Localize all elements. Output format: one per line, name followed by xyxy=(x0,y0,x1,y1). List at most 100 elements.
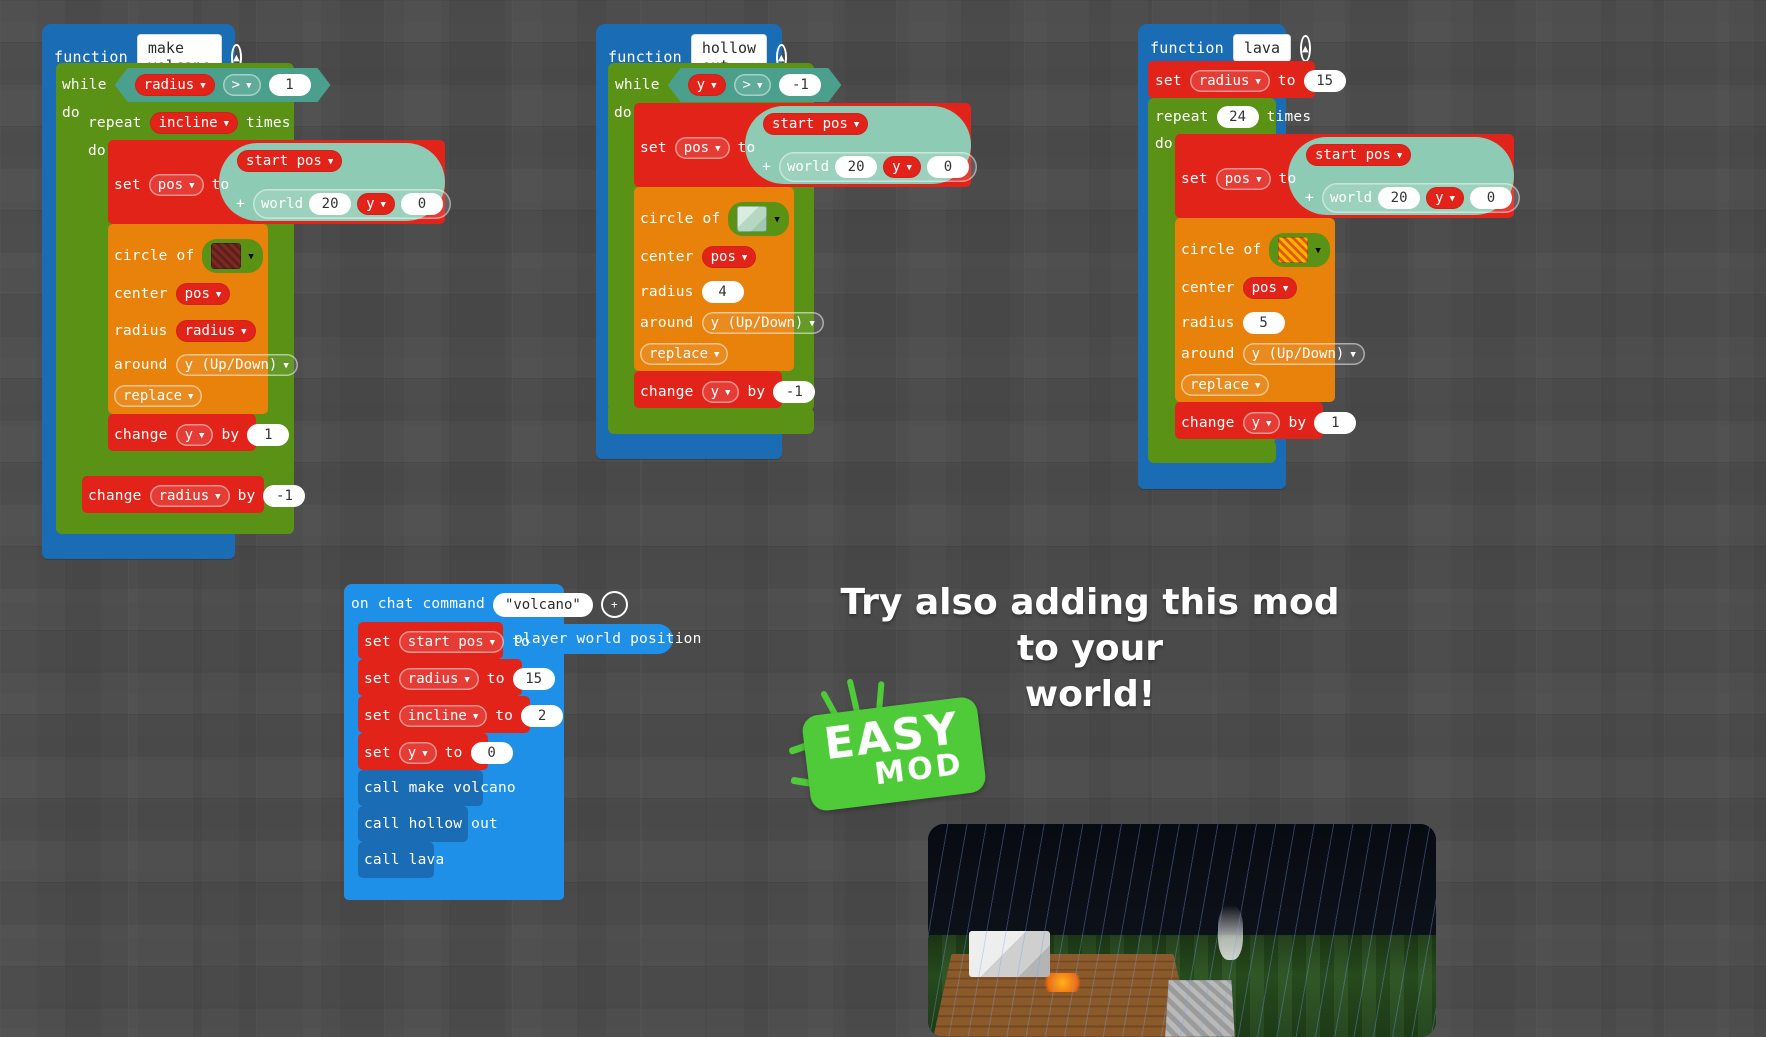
circle-operation-dropdown-2[interactable]: replace ▼ xyxy=(640,343,729,365)
variable-pos[interactable]: pos ▼ xyxy=(674,137,730,159)
start-pos-reporter-3[interactable]: start pos ▼ xyxy=(1306,144,1412,166)
circle-radius-row-3[interactable]: radius 5 xyxy=(1181,312,1285,334)
center-value[interactable]: pos ▼ xyxy=(175,283,231,305)
chevron-down-icon[interactable]: ▼ xyxy=(381,200,386,210)
circle-of-row-2[interactable]: circle of ▼ xyxy=(640,202,789,236)
change-variable[interactable]: y ▼ xyxy=(701,381,740,403)
set-pos-row-2[interactable]: set pos ▼ to xyxy=(640,137,755,159)
set-incline-value[interactable]: 2 xyxy=(521,705,564,727)
while-condition-row-2[interactable]: while y ▼ > ▼ -1 xyxy=(615,68,841,102)
change-variable[interactable]: y ▼ xyxy=(1242,412,1281,434)
variable-radius[interactable]: radius ▼ xyxy=(135,74,215,96)
variable-incline[interactable]: incline ▼ xyxy=(398,705,488,727)
chevron-down-icon[interactable]: ▼ xyxy=(711,82,716,91)
chevron-down-icon[interactable]: ▼ xyxy=(215,492,220,502)
circle-of-row-3[interactable]: circle of ▼ xyxy=(1181,233,1330,267)
chevron-down-icon[interactable]: ▼ xyxy=(854,120,859,130)
change-y-row-3[interactable]: change y ▼ by 1 xyxy=(1181,412,1357,434)
chevron-down-icon[interactable]: ▼ xyxy=(188,392,193,402)
block-picker-1[interactable]: ▼ xyxy=(202,239,263,273)
around-axis-dropdown[interactable]: y (Up/Down) ▼ xyxy=(1242,343,1365,365)
variable-radius[interactable]: radius ▼ xyxy=(398,668,479,690)
circle-center-row-2[interactable]: center pos ▼ xyxy=(640,246,757,268)
chevron-down-icon[interactable]: ▼ xyxy=(464,675,469,685)
center-value[interactable]: pos ▼ xyxy=(1242,277,1298,299)
world-coords-row-2[interactable]: + world 20 y ▼ 0 xyxy=(762,152,977,182)
chevron-down-icon[interactable]: ▼ xyxy=(714,350,719,360)
circle-around-row-1[interactable]: around y (Up/Down) ▼ xyxy=(114,354,298,376)
chevron-down-icon[interactable]: ▼ xyxy=(1397,151,1402,161)
variable-pos[interactable]: pos ▼ xyxy=(1215,168,1271,190)
chevron-down-icon[interactable]: ▼ xyxy=(757,82,762,91)
change-variable[interactable]: radius ▼ xyxy=(149,485,230,507)
circle-of-row-1[interactable]: circle of ▼ xyxy=(114,239,263,273)
around-axis-dropdown[interactable]: y (Up/Down) ▼ xyxy=(175,354,298,376)
center-value[interactable]: pos ▼ xyxy=(701,246,757,268)
world-coordinate-group-2[interactable]: world 20 y ▼ 0 xyxy=(778,152,977,182)
circle-radius-row-2[interactable]: radius 4 xyxy=(640,281,744,303)
set-radius-value[interactable]: 15 xyxy=(1303,70,1346,92)
circle-around-row-2[interactable]: around y (Up/Down) ▼ xyxy=(640,312,824,334)
chevron-down-icon[interactable]: ▼ xyxy=(774,215,779,225)
chevron-down-icon[interactable]: ▼ xyxy=(246,82,251,91)
chevron-down-icon[interactable]: ▼ xyxy=(224,119,229,129)
chevron-down-icon[interactable]: ▼ xyxy=(241,327,246,337)
start-pos-reporter-1[interactable]: start pos ▼ xyxy=(237,150,343,172)
circle-operation-dropdown-1[interactable]: replace ▼ xyxy=(114,385,203,407)
chevron-down-icon[interactable]: ▼ xyxy=(189,181,194,191)
chevron-down-icon[interactable]: ▼ xyxy=(1315,246,1320,256)
world-y-axis[interactable]: y ▼ xyxy=(357,193,395,215)
change-value[interactable]: -1 xyxy=(773,381,816,403)
comparison-expression[interactable]: radius ▼ > ▼ 1 xyxy=(115,68,331,102)
chevron-down-icon[interactable]: ▼ xyxy=(1450,194,1455,204)
block-picker-3[interactable]: ▼ xyxy=(1269,233,1330,267)
circle-radius-row-1[interactable]: radius radius ▼ xyxy=(114,320,256,342)
start-pos-reporter-2[interactable]: start pos ▼ xyxy=(763,113,869,135)
chat-set-radius-row[interactable]: set radius ▼ to 15 xyxy=(364,668,555,690)
variable-pos[interactable]: pos ▼ xyxy=(148,174,204,196)
change-y-row-1[interactable]: change y ▼ by 1 xyxy=(114,424,290,446)
chevron-down-icon[interactable]: ▼ xyxy=(283,361,288,371)
world-coords-row-1[interactable]: + world 20 y ▼ 0 xyxy=(236,189,451,219)
change-radius-row-1[interactable]: change radius ▼ by -1 xyxy=(88,485,306,507)
change-value[interactable]: 1 xyxy=(1314,412,1357,434)
radius-value[interactable]: 4 xyxy=(701,281,744,303)
chevron-down-icon[interactable]: ▼ xyxy=(1283,284,1288,294)
change-value[interactable]: -1 xyxy=(263,485,306,507)
chevron-down-icon[interactable]: ▼ xyxy=(200,82,205,91)
variable-radius[interactable]: radius ▼ xyxy=(1189,70,1270,92)
world-coords-row-3[interactable]: + world 20 y ▼ 0 xyxy=(1305,183,1520,213)
variable-incline[interactable]: incline ▼ xyxy=(149,112,239,134)
circle-around-row-3[interactable]: around y (Up/Down) ▼ xyxy=(1181,343,1365,365)
world-x-value[interactable]: 20 xyxy=(309,193,352,215)
chat-set-start-pos-row[interactable]: set start pos ▼ to xyxy=(364,631,530,653)
repeat-header-row-3[interactable]: repeat 24 times xyxy=(1155,106,1311,128)
repeat-count[interactable]: 24 xyxy=(1216,106,1259,128)
world-x-value[interactable]: 20 xyxy=(1378,187,1421,209)
world-z-value[interactable]: 0 xyxy=(400,193,443,215)
function-name-field[interactable]: lava xyxy=(1232,34,1291,62)
radius-value[interactable]: 5 xyxy=(1242,312,1285,334)
chevron-down-icon[interactable]: ▼ xyxy=(742,253,747,263)
circle-center-row-1[interactable]: center pos ▼ xyxy=(114,283,231,305)
comparison-expression[interactable]: y ▼ > ▼ -1 xyxy=(668,68,842,102)
circle-operation-dropdown-3[interactable]: replace ▼ xyxy=(1181,374,1270,396)
comparison-value[interactable]: 1 xyxy=(269,74,311,96)
chevron-down-icon[interactable]: ▼ xyxy=(809,319,814,329)
chevron-down-icon[interactable]: ▼ xyxy=(1256,175,1261,185)
repeat-header-row-1[interactable]: repeat incline ▼ times xyxy=(88,112,291,134)
world-x-value[interactable]: 20 xyxy=(835,156,878,178)
chevron-down-icon[interactable]: ▼ xyxy=(422,749,427,759)
variable-y[interactable]: y ▼ xyxy=(688,74,726,96)
chevron-down-icon[interactable]: ▼ xyxy=(1255,381,1260,391)
chevron-down-icon[interactable]: ▼ xyxy=(1350,350,1355,360)
while-condition-row-1[interactable]: while radius ▼ > ▼ 1 xyxy=(62,68,331,102)
world-z-value[interactable]: 0 xyxy=(926,156,969,178)
world-coordinate-group-3[interactable]: world 20 y ▼ 0 xyxy=(1321,183,1520,213)
around-axis-dropdown[interactable]: y (Up/Down) ▼ xyxy=(701,312,824,334)
chevron-down-icon[interactable]: ▼ xyxy=(490,638,495,648)
set-pos-row-1[interactable]: set pos ▼ to xyxy=(114,174,229,196)
world-y-axis[interactable]: y ▼ xyxy=(883,156,921,178)
comparison-value[interactable]: -1 xyxy=(779,74,821,96)
chevron-down-icon[interactable]: ▼ xyxy=(715,144,720,154)
